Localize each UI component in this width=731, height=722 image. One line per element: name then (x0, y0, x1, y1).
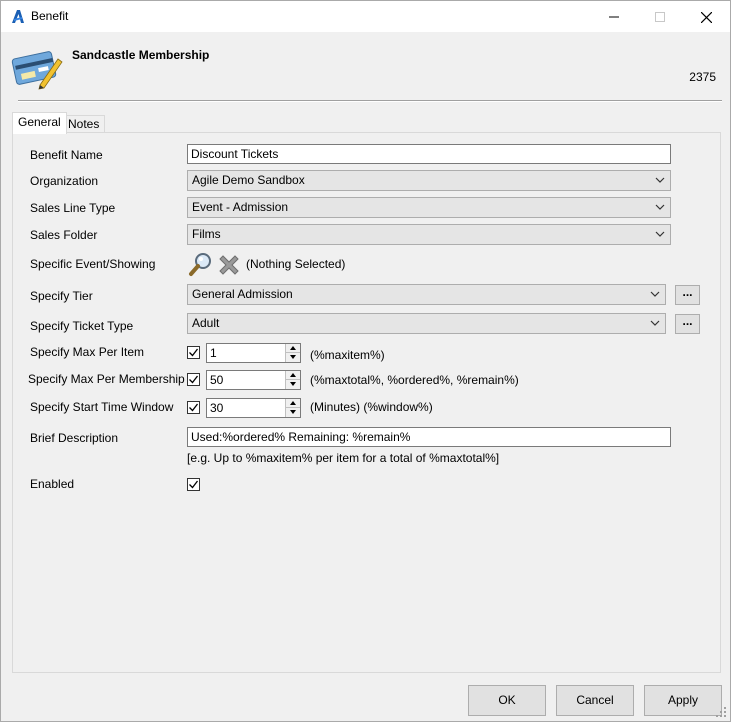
resize-grip-icon[interactable] (715, 706, 727, 718)
brief-description-input[interactable]: Used:%ordered% Remaining: %remain% (187, 427, 671, 447)
minimize-icon (609, 16, 619, 18)
specify-ticket-type-value: Adult (192, 316, 220, 330)
sales-folder-value: Films (192, 227, 221, 241)
header-title: Sandcastle Membership (72, 48, 210, 62)
specify-tier-value: General Admission (192, 287, 293, 301)
stepper-down-button[interactable] (286, 353, 300, 362)
benefit-name-input[interactable]: Discount Tickets (187, 144, 671, 164)
close-button[interactable] (683, 1, 729, 32)
specific-event-label: Specific Event/Showing (30, 257, 156, 271)
close-icon (700, 11, 712, 24)
organization-label: Organization (30, 174, 99, 188)
sales-folder-select[interactable]: Films (187, 224, 671, 245)
ticket-type-browse-button[interactable]: ... (675, 314, 700, 334)
brief-description-hint: [e.g. Up to %maxitem% per item for a tot… (187, 451, 500, 465)
maximize-icon (655, 12, 665, 23)
header-divider (18, 100, 722, 102)
title-bar: Benefit (1, 1, 730, 32)
maximize-button[interactable] (637, 1, 683, 32)
stepper-down-button[interactable] (286, 380, 300, 389)
apply-button[interactable]: Apply (644, 685, 722, 716)
checkmark-icon (189, 403, 199, 412)
checkmark-icon (189, 480, 199, 489)
sales-folder-label: Sales Folder (30, 228, 98, 242)
sales-line-type-label: Sales Line Type (30, 201, 116, 215)
stepper-buttons (285, 344, 300, 362)
enabled-label: Enabled (30, 477, 75, 491)
caret-down-icon (290, 410, 296, 414)
start-time-window-label: Specify Start Time Window (30, 400, 174, 414)
start-time-window-hint: (Minutes) (%window%) (310, 400, 433, 414)
organization-value: Agile Demo Sandbox (192, 173, 305, 187)
brief-description-label: Brief Description (30, 431, 119, 445)
sales-line-type-value: Event - Admission (192, 200, 289, 214)
chevron-down-icon (655, 204, 665, 210)
specify-ticket-type-select[interactable]: Adult (187, 313, 666, 334)
agile-logo-icon (12, 10, 24, 23)
specific-event-value: (Nothing Selected) (246, 257, 346, 271)
enabled-checkbox[interactable] (187, 478, 200, 491)
checkmark-icon (189, 375, 199, 384)
organization-select[interactable]: Agile Demo Sandbox (187, 170, 671, 191)
caret-up-icon (290, 373, 296, 377)
max-per-item-label: Specify Max Per Item (30, 345, 145, 359)
tab-notes[interactable]: Notes (62, 115, 106, 133)
stepper-buttons (285, 371, 300, 389)
checkmark-icon (189, 348, 199, 357)
chevron-down-icon (650, 291, 660, 297)
max-per-membership-label: Specify Max Per Membership (28, 372, 185, 386)
cancel-button[interactable]: Cancel (556, 685, 634, 716)
chevron-down-icon (650, 320, 660, 326)
minimize-button[interactable] (591, 1, 637, 32)
stepper-up-button[interactable] (286, 371, 300, 380)
caret-down-icon (290, 382, 296, 386)
tier-browse-button[interactable]: ... (675, 285, 700, 305)
specify-ticket-type-label: Specify Ticket Type (30, 319, 134, 333)
chevron-down-icon (655, 231, 665, 237)
chevron-down-icon (655, 177, 665, 183)
max-per-item-stepper[interactable]: 1 (206, 343, 301, 363)
membership-card-icon (11, 51, 63, 90)
sales-line-type-select[interactable]: Event - Admission (187, 197, 671, 218)
max-per-membership-stepper[interactable]: 50 (206, 370, 301, 390)
max-per-membership-hint: (%maxtotal%, %ordered%, %remain%) (310, 373, 519, 387)
max-per-membership-value: 50 (210, 373, 224, 387)
search-icon[interactable] (188, 251, 214, 277)
max-per-item-hint: (%maxitem%) (310, 348, 385, 362)
ok-button[interactable]: OK (468, 685, 546, 716)
benefit-name-label: Benefit Name (30, 148, 103, 162)
stepper-up-button[interactable] (286, 344, 300, 353)
tab-general[interactable]: General (12, 112, 67, 134)
clear-icon[interactable] (217, 253, 241, 277)
stepper-up-button[interactable] (286, 399, 300, 408)
benefit-dialog: Benefit Sandcastle Membership 2375 Gener… (0, 0, 731, 722)
stepper-buttons (285, 399, 300, 417)
max-per-item-checkbox[interactable] (187, 346, 200, 359)
start-time-window-stepper[interactable]: 30 (206, 398, 301, 418)
window-title: Benefit (31, 9, 69, 23)
start-time-window-value: 30 (210, 401, 224, 415)
caret-up-icon (290, 401, 296, 405)
max-per-membership-checkbox[interactable] (187, 373, 200, 386)
start-time-window-checkbox[interactable] (187, 401, 200, 414)
record-id: 2375 (689, 70, 716, 84)
caret-down-icon (290, 355, 296, 359)
max-per-item-value: 1 (210, 346, 217, 360)
stepper-down-button[interactable] (286, 408, 300, 417)
caret-up-icon (290, 346, 296, 350)
specify-tier-label: Specify Tier (30, 289, 93, 303)
specify-tier-select[interactable]: General Admission (187, 284, 666, 305)
